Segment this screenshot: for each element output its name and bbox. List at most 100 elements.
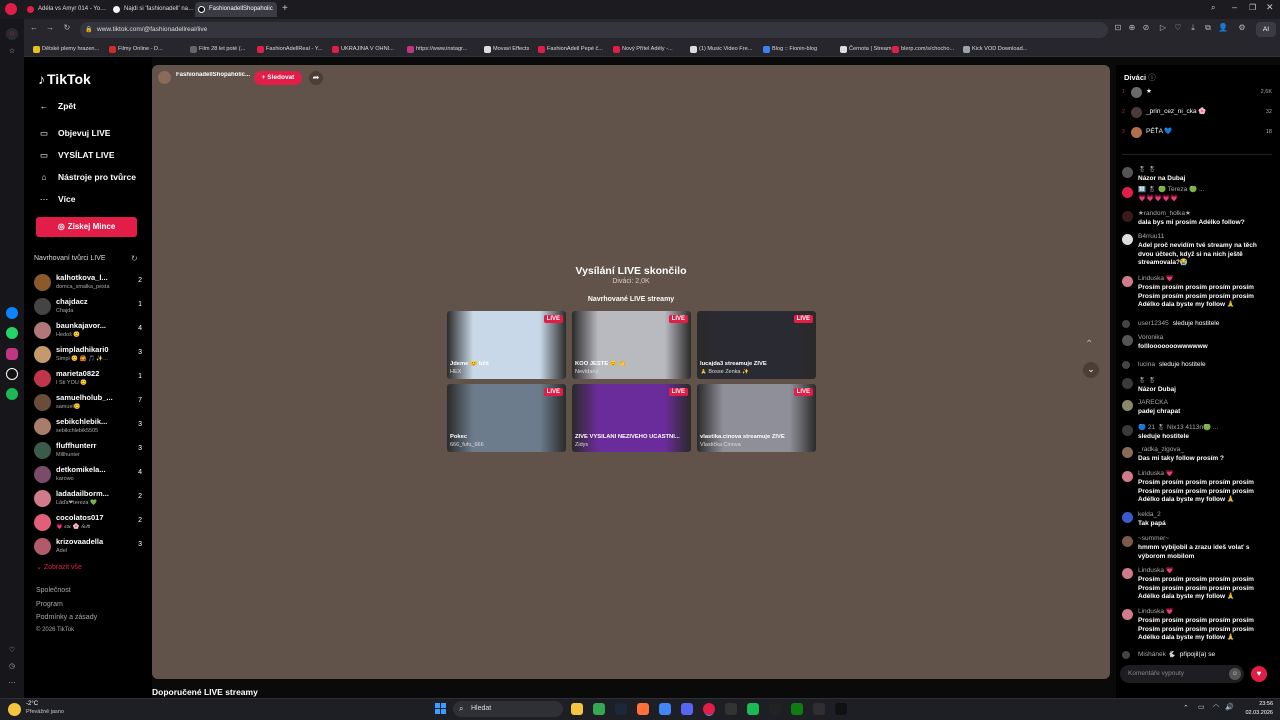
adblock-icon[interactable]: ⊘	[1140, 23, 1152, 32]
creator-item[interactable]: detkomikela... karowo 4	[34, 465, 146, 487]
clock-time[interactable]: 23:56	[1241, 701, 1273, 707]
screenshot-icon[interactable]: ⊡	[1112, 23, 1124, 32]
wifi-icon[interactable]: ◠	[1213, 703, 1219, 711]
reload-icon[interactable]: ↻	[61, 23, 73, 32]
avatar[interactable]	[1122, 568, 1133, 579]
ai-button[interactable]: AI	[1256, 22, 1276, 37]
avatar[interactable]	[1122, 447, 1133, 458]
capcut-icon[interactable]	[769, 703, 781, 715]
chat-username[interactable]: ~summer~	[1138, 535, 1272, 544]
chat-username[interactable]: Linduska 💗	[1138, 470, 1272, 479]
chat-username[interactable]: 🔵 21 🎖 Nix13 4113n🟢 ...	[1138, 424, 1272, 433]
tiktok-icon[interactable]	[6, 368, 18, 380]
bookmark-item[interactable]: UKRAJINA V OHNI...	[332, 43, 394, 55]
opera-logo-icon[interactable]	[5, 3, 17, 15]
extensions-icon[interactable]: ⧉	[1202, 23, 1214, 33]
creator-item[interactable]: chajdacz Chajda 1	[34, 297, 146, 319]
minimize-button[interactable]: –	[1232, 2, 1237, 12]
discord-icon[interactable]	[681, 703, 693, 715]
history-icon[interactable]: ◷	[6, 661, 18, 673]
chat-username[interactable]: lucina	[1138, 361, 1155, 368]
bookmark-item[interactable]: Blog :: Fionin-blog	[763, 43, 817, 55]
creator-item[interactable]: samuelholub_... samuel😊 7	[34, 393, 146, 415]
new-tab-button[interactable]: +	[282, 3, 288, 15]
avatar[interactable]	[1122, 211, 1133, 222]
suggested-stream-card[interactable]: LIVE vlastika.cinova streamuje ŽIVĚ Vlasti…	[697, 384, 816, 452]
tray-network-icon[interactable]: ▭	[1198, 703, 1205, 711]
chat-username[interactable]: Voronika	[1138, 334, 1272, 343]
avatar[interactable]	[1122, 276, 1133, 287]
firefox-icon[interactable]	[637, 703, 649, 715]
chat-username[interactable]: 🎖 🎖	[1138, 166, 1272, 175]
volume-icon[interactable]: 🔊	[1225, 703, 1234, 711]
chat-username[interactable]: _radka_zigova_	[1138, 446, 1272, 455]
avatar[interactable]	[1122, 609, 1133, 620]
bookmark-item[interactable]: blerp.com/s/chocho...	[892, 43, 954, 55]
creator-item[interactable]: simpladhikari0 Simpi 😊 🙆 🎵 ✨... 3	[34, 345, 146, 367]
maximize-button[interactable]: ❐	[1249, 3, 1256, 12]
spotify-icon[interactable]	[747, 703, 759, 715]
creator-item[interactable]: marieta0822 I Sti YOU 😊 1	[34, 369, 146, 391]
bookmark-item[interactable]: Movavi Effects	[484, 43, 529, 55]
avatar[interactable]	[1122, 187, 1133, 198]
chat-username[interactable]: kelda_2	[1138, 511, 1272, 520]
chat-username[interactable]: 🎖 🎖	[1138, 377, 1272, 386]
play-icon[interactable]: ▷	[1157, 23, 1169, 32]
messenger-icon[interactable]	[6, 307, 18, 319]
footer-program[interactable]: Program	[36, 601, 63, 608]
obs-icon[interactable]	[813, 703, 825, 715]
search-tabs-icon[interactable]: ⌕	[1211, 3, 1215, 13]
creator-item[interactable]: krizovaadella Adel 3	[34, 537, 146, 559]
creator-item[interactable]: cocolatos017 💗 𝒸𝑜𝒸 🌸 𝓁𝒶𝓉𝑜 2	[34, 513, 146, 535]
avatar[interactable]	[1122, 471, 1133, 482]
file-explorer-icon[interactable]	[571, 703, 583, 715]
spotify-icon[interactable]	[6, 388, 18, 400]
bookmark-item[interactable]: (1) Music Video Fre...	[690, 43, 752, 55]
chevron-up-icon[interactable]: ⌃	[1085, 339, 1093, 350]
chat-username[interactable]: Linduska 💗	[1138, 608, 1272, 617]
creator-item[interactable]: ladadailborm... Láďa❤tereza 💚 2	[34, 489, 146, 511]
tray-chevron-icon[interactable]: ⌃	[1183, 704, 1189, 712]
chat-username[interactable]: 🔟 🎖 🟢 Tereza 🟢 ...	[1138, 186, 1272, 195]
download-icon[interactable]: ⤓	[1187, 23, 1199, 33]
close-window-button[interactable]: ✕	[1266, 2, 1274, 13]
avatar[interactable]	[1122, 512, 1133, 523]
suggested-stream-card[interactable]: LIVE Pokec 666_fufu_666	[447, 384, 566, 452]
bookmark-item[interactable]: https://www.instagr...	[407, 43, 467, 55]
gift-heart-button[interactable]: ♥	[1251, 666, 1267, 682]
avatar[interactable]	[1122, 167, 1133, 178]
settings-icon[interactable]: ⚙	[1236, 23, 1248, 32]
vpn-icon[interactable]: ⊕	[1126, 23, 1138, 32]
steam-icon[interactable]	[615, 703, 627, 715]
show-all-link[interactable]: ⌄ Zobrazit vše	[36, 563, 82, 571]
chrome-icon[interactable]	[593, 703, 605, 715]
favorites-heart-icon[interactable]: ♡	[6, 645, 18, 657]
more-dots-icon[interactable]: ⋯	[6, 678, 18, 690]
emoji-icon[interactable]: ☺	[1229, 668, 1241, 680]
chat-username[interactable]: B4rruu11	[1138, 233, 1272, 242]
whatsapp-icon[interactable]	[6, 327, 18, 339]
avatar[interactable]	[1122, 425, 1133, 436]
suggested-stream-card[interactable]: LIVE Jdeme 😊 bžít HEX	[447, 311, 566, 379]
bookmark-item[interactable]: FashionAdell Pepé č...	[538, 43, 603, 55]
browser-tab-2[interactable]: Najdi si 'fashionadell' na TikTok	[110, 2, 194, 17]
instagram-icon[interactable]	[6, 348, 18, 360]
star-icon[interactable]: ☆	[6, 46, 18, 58]
forward-arrow-icon[interactable]: →	[44, 23, 56, 32]
comment-input[interactable]: Komentáře vypnuty ☺	[1120, 665, 1244, 683]
chat-username[interactable]: Linduska 💗	[1138, 567, 1272, 576]
avatar[interactable]	[1122, 400, 1133, 411]
bookmark-item[interactable]: Kick VOD Download...	[963, 43, 1027, 55]
footer-terms[interactable]: Podmínky a zásady	[36, 614, 97, 621]
creator-item[interactable]: sebikchlebik... sebikchlebik5505 3	[34, 417, 146, 439]
home-icon[interactable]: ⌂	[6, 28, 18, 40]
chat-username[interactable]: ★random_holka★	[1138, 210, 1272, 219]
avatar[interactable]	[1122, 536, 1133, 547]
suggested-stream-card[interactable]: LIVE ŽIVÉ VYSÍLÁNÍ NEŽIVÉHO ÚČASTNÍ... Zid…	[572, 384, 691, 452]
avatar[interactable]	[1122, 234, 1133, 245]
bookmark-item[interactable]: Nový Přítel Adély -...	[613, 43, 673, 55]
suggested-stream-card[interactable]: LIVE KOO JESTE 😊 👏 Nevídaný	[572, 311, 691, 379]
chrome-alt-icon[interactable]	[659, 703, 671, 715]
chat-username[interactable]: Mishánek 🐇	[1138, 651, 1176, 658]
footer-company[interactable]: Společnost	[36, 587, 71, 594]
